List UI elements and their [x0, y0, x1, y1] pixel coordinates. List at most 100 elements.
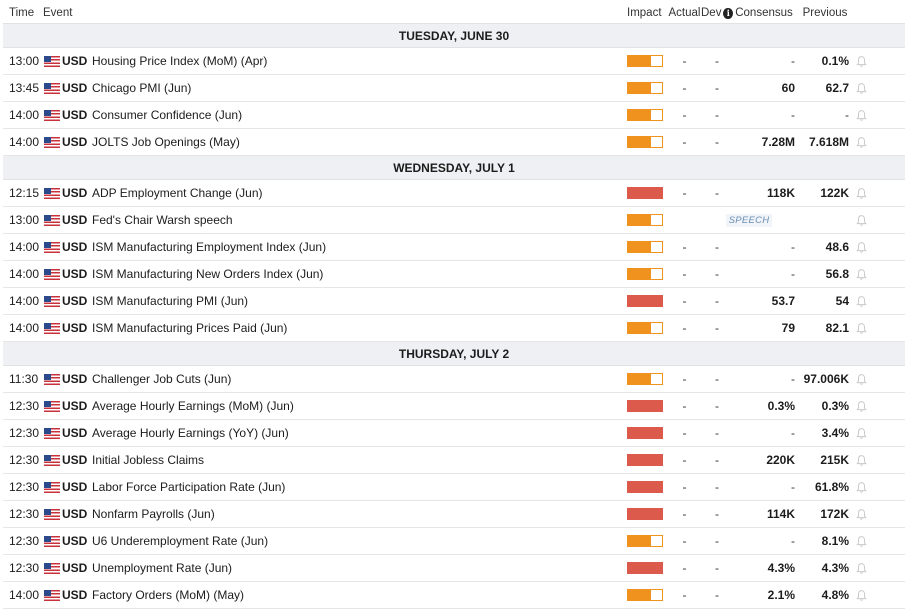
impact-segment	[650, 590, 662, 600]
event-name[interactable]: U6 Underemployment Rate (Jun)	[92, 534, 268, 548]
deviation-value: -	[715, 321, 719, 335]
us-flag-icon	[44, 241, 60, 253]
event-name[interactable]: Chicago PMI (Jun)	[92, 81, 191, 95]
bell-icon[interactable]	[849, 400, 873, 413]
event-name[interactable]: Factory Orders (MoM) (May)	[92, 588, 244, 602]
previous-value: 61.8%	[814, 480, 849, 494]
event-cell: USD JOLTS Job Openings (May)	[40, 135, 627, 149]
impact-cell	[627, 187, 668, 199]
bell-icon[interactable]	[849, 295, 873, 308]
bell-icon[interactable]	[849, 454, 873, 467]
bell-icon[interactable]	[849, 214, 873, 227]
header-dev[interactable]: Dev i	[701, 7, 733, 19]
bell-icon[interactable]	[849, 82, 873, 95]
impact-segment	[628, 188, 640, 198]
currency-code: USD	[62, 321, 88, 335]
info-icon[interactable]: i	[723, 7, 733, 19]
event-name[interactable]: Labor Force Participation Rate (Jun)	[92, 480, 285, 494]
event-name[interactable]: Fed's Chair Warsh speech	[92, 213, 233, 227]
event-row[interactable]: 14:00 USD ISM Manufacturing Employment Ind…	[3, 234, 905, 261]
event-row[interactable]: 13:45 USD Chicago PMI (Jun) - - 60 62.7	[3, 75, 905, 102]
event-row[interactable]: 12:15 USD ADP Employment Change (Jun) - - 118…	[3, 180, 905, 207]
deviation-value: -	[715, 294, 719, 308]
impact-cell	[627, 454, 668, 466]
previous-value: 54	[835, 294, 849, 308]
header-event[interactable]: Event	[40, 7, 627, 19]
bell-icon[interactable]	[849, 373, 873, 386]
event-row[interactable]: 12:30 USD Nonfarm Payrolls (Jun) - - 114K 172K	[3, 501, 905, 528]
event-name[interactable]: Consumer Confidence (Jun)	[92, 108, 242, 122]
header-time[interactable]: Time	[3, 7, 40, 19]
event-name[interactable]: Initial Jobless Claims	[92, 453, 204, 467]
bell-icon[interactable]	[849, 535, 873, 548]
impact-bar	[627, 481, 663, 493]
event-cell: USD Chicago PMI (Jun)	[40, 81, 627, 95]
impact-segment	[650, 215, 662, 225]
event-cell: USD Nonfarm Payrolls (Jun)	[40, 507, 627, 521]
deviation-value: -	[715, 426, 719, 440]
bell-icon[interactable]	[849, 508, 873, 521]
event-name[interactable]: ISM Manufacturing New Orders Index (Jun)	[92, 267, 323, 281]
header-consensus[interactable]: Consensus	[733, 7, 797, 19]
event-name[interactable]: Unemployment Rate (Jun)	[92, 561, 232, 575]
header-actual[interactable]: Actual	[668, 7, 701, 19]
event-row[interactable]: 12:30 USD Average Hourly Earnings (MoM) (J…	[3, 393, 905, 420]
event-name[interactable]: ADP Employment Change (Jun)	[92, 186, 263, 200]
bell-icon[interactable]	[849, 55, 873, 68]
actual-value: -	[682, 321, 687, 335]
impact-segment	[639, 296, 651, 306]
impact-cell	[627, 136, 668, 148]
event-name[interactable]: Housing Price Index (MoM) (Apr)	[92, 54, 267, 68]
bell-icon[interactable]	[849, 427, 873, 440]
us-flag-icon	[44, 82, 60, 94]
actual-value: -	[682, 372, 687, 386]
bell-icon[interactable]	[849, 241, 873, 254]
event-row[interactable]: 14:00 USD JOLTS Job Openings (May) - - 7.28M 7…	[3, 129, 905, 156]
previous-value: 122K	[820, 186, 849, 200]
event-row[interactable]: 14:00 USD Consumer Confidence (Jun) - - - -	[3, 102, 905, 129]
consensus-value: 79	[781, 321, 795, 335]
event-row[interactable]: 14:00 USD ISM Manufacturing Prices Paid (J…	[3, 315, 905, 342]
consensus-value: -	[791, 240, 795, 254]
bell-icon[interactable]	[849, 187, 873, 200]
event-name[interactable]: ISM Manufacturing Employment Index (Jun)	[92, 240, 326, 254]
currency-code: USD	[62, 453, 88, 467]
event-name[interactable]: ISM Manufacturing Prices Paid (Jun)	[92, 321, 287, 335]
impact-segment	[639, 269, 651, 279]
event-row[interactable]: 14:00 USD ISM Manufacturing PMI (Jun) - - 53.…	[3, 288, 905, 315]
impact-bar	[627, 109, 663, 121]
deviation-value: -	[715, 588, 719, 602]
impact-segment	[639, 323, 651, 333]
header-impact[interactable]: Impact	[627, 7, 668, 19]
bell-icon[interactable]	[849, 481, 873, 494]
event-name[interactable]: Average Hourly Earnings (MoM) (Jun)	[92, 399, 294, 413]
event-name[interactable]: Challenger Job Cuts (Jun)	[92, 372, 231, 386]
event-name[interactable]: Nonfarm Payrolls (Jun)	[92, 507, 215, 521]
bell-icon[interactable]	[849, 109, 873, 122]
event-cell: USD Challenger Job Cuts (Jun)	[40, 372, 627, 386]
bell-icon[interactable]	[849, 268, 873, 281]
event-row[interactable]: 12:30 USD Labor Force Participation Rate (…	[3, 474, 905, 501]
event-cell: USD U6 Underemployment Rate (Jun)	[40, 534, 627, 548]
impact-segment	[639, 56, 651, 66]
event-name[interactable]: JOLTS Job Openings (May)	[92, 135, 240, 149]
event-row[interactable]: 13:00 USD Housing Price Index (MoM) (Apr) -…	[3, 48, 905, 75]
impact-cell	[627, 82, 668, 94]
event-row[interactable]: 11:30 USD Challenger Job Cuts (Jun) - - -97.0…	[3, 366, 905, 393]
bell-icon[interactable]	[849, 136, 873, 149]
event-name[interactable]: Average Hourly Earnings (YoY) (Jun)	[92, 426, 289, 440]
bell-icon[interactable]	[849, 322, 873, 335]
event-row[interactable]: 14:00 USD ISM Manufacturing New Orders Ind…	[3, 261, 905, 288]
event-row[interactable]: 12:30 USD Initial Jobless Claims - - 220K 215K	[3, 447, 905, 474]
bell-icon[interactable]	[849, 562, 873, 575]
header-previous[interactable]: Previous	[797, 7, 849, 19]
event-name[interactable]: ISM Manufacturing PMI (Jun)	[92, 294, 248, 308]
bell-icon[interactable]	[849, 589, 873, 602]
event-row[interactable]: 13:00 USD Fed's Chair Warsh speech SPEECH	[3, 207, 905, 234]
actual-value: -	[682, 81, 687, 95]
event-row[interactable]: 12:30 USD Average Hourly Earnings (YoY) (J…	[3, 420, 905, 447]
event-row[interactable]: 12:30 USD Unemployment Rate (Jun) - - 4.3% 4.3…	[3, 555, 905, 582]
event-cell: USD ISM Manufacturing PMI (Jun)	[40, 294, 627, 308]
event-row[interactable]: 12:30 USD U6 Underemployment Rate (Jun) - - -…	[3, 528, 905, 555]
impact-segment	[650, 56, 662, 66]
